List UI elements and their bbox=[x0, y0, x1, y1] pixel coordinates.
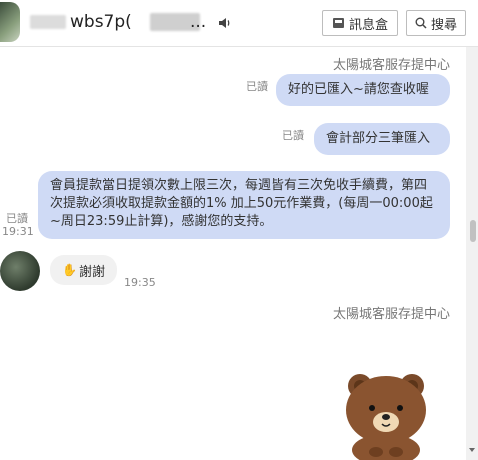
outgoing-message[interactable]: 會員提款當日提領次數上限三次，每週皆有三次免收手續費，第四次提款必須收取提款金額… bbox=[38, 171, 450, 239]
sender-name: 太陽城客服存提中心 bbox=[332, 307, 450, 322]
contact-name[interactable]: wbs7p( bbox=[70, 12, 132, 32]
brown-bear-sticker[interactable] bbox=[338, 366, 434, 460]
scroll-down-arrow-icon[interactable] bbox=[468, 446, 476, 454]
search-button-label: 搜尋 bbox=[430, 17, 457, 33]
inbox-button-label: 訊息盒 bbox=[348, 17, 388, 33]
chat-header: wbs7p( ... 訊息盒 搜尋 bbox=[0, 0, 478, 47]
chat-scrollbar[interactable] bbox=[466, 47, 478, 460]
outgoing-message[interactable]: 好的已匯入~請您查收喔 bbox=[276, 74, 450, 106]
search-icon bbox=[415, 17, 427, 29]
read-receipt: 已讀 bbox=[6, 212, 28, 225]
incoming-message-text: 謝謝 bbox=[78, 264, 105, 280]
search-button[interactable]: 搜尋 bbox=[406, 10, 466, 36]
message-time: 19:35 bbox=[124, 276, 156, 289]
scrollbar-thumb[interactable] bbox=[470, 220, 476, 242]
outgoing-message[interactable]: 會計部分三筆匯入 bbox=[314, 123, 450, 155]
sender-name: 太陽城客服存提中心 bbox=[332, 58, 450, 73]
incoming-message[interactable]: ✋ 謝謝 bbox=[50, 255, 117, 285]
blurred-name-prefix bbox=[30, 15, 66, 29]
speaker-icon[interactable] bbox=[218, 16, 232, 30]
ok-hand-icon: ✋ bbox=[62, 263, 77, 277]
message-time: 19:31 bbox=[2, 225, 34, 238]
read-receipt: 已讀 bbox=[282, 129, 304, 142]
contact-avatar[interactable] bbox=[0, 2, 20, 42]
inbox-button[interactable]: 訊息盒 bbox=[322, 10, 398, 36]
sender-avatar[interactable] bbox=[0, 251, 40, 291]
inbox-icon bbox=[332, 18, 344, 28]
contact-name-ellipsis: ... bbox=[190, 12, 207, 32]
read-receipt: 已讀 bbox=[246, 80, 268, 93]
